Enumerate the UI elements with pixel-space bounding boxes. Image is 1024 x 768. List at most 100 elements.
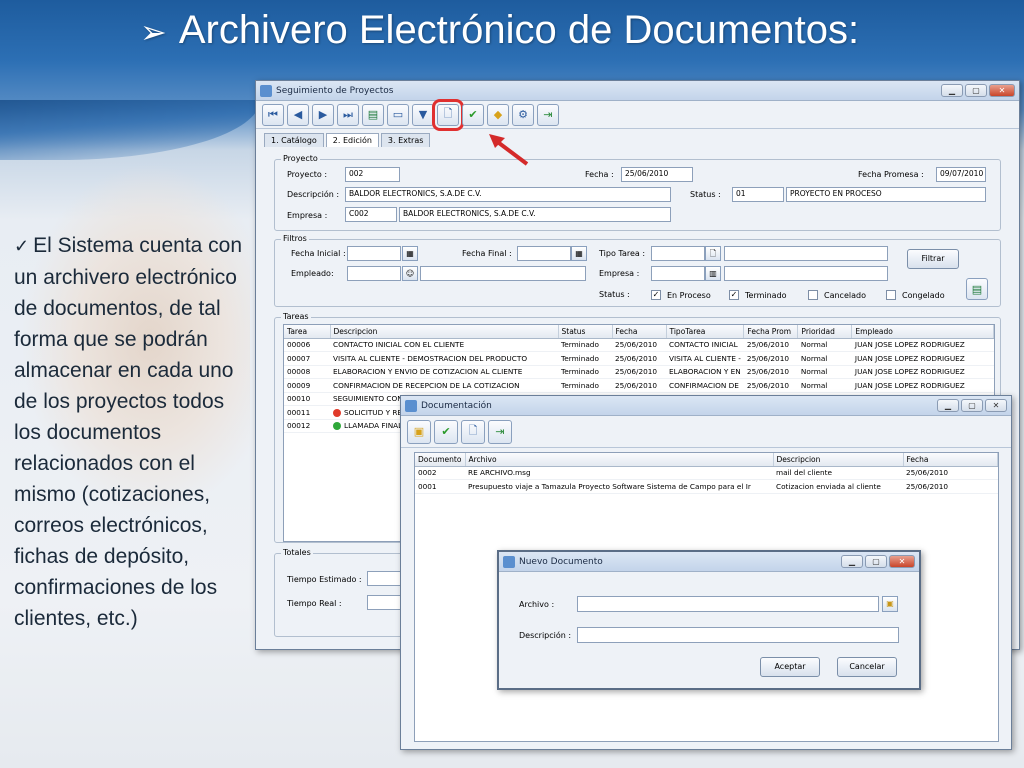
empleado-code-field[interactable] [347,266,401,281]
fecha-field[interactable]: 25/06/2010 [621,167,693,182]
tab-strip: 1. Catálogo 2. Edición 3. Extras [256,129,1019,147]
box-icon[interactable]: ◆ [487,103,509,126]
document-icon[interactable]: 🗋 [432,98,464,131]
excel-export-icon[interactable]: ▤ [966,278,988,300]
descripcion-doc-field[interactable] [577,627,899,643]
empresa-filter-field[interactable] [724,266,888,281]
col-fecha[interactable]: Fecha [903,453,998,467]
table-row[interactable]: 00008 ELABORACION Y ENVIO DE COTIZACION A… [284,365,994,379]
calendar-icon[interactable]: ▦ [402,246,418,261]
archivo-field[interactable] [577,596,879,612]
empleado-field[interactable] [420,266,586,281]
cell-archivo: Presupuesto viaje a Tamazula Proyecto So… [465,479,773,494]
tiempo-real-label: Tiempo Real : [287,599,342,608]
table-row[interactable]: 0001 Presupuesto viaje a Tamazula Proyect… [415,479,998,494]
tab-extras[interactable]: 3. Extras [380,133,431,147]
status-filter-label: Status : [599,290,630,299]
excel-icon[interactable]: ▤ [362,103,384,126]
new-doc-icon[interactable]: 🗋 [461,419,485,444]
next-icon[interactable]: ▶ [312,103,334,126]
filter-icon[interactable]: ▼ [412,103,434,126]
app-icon [405,399,417,412]
table-row[interactable]: 00006 CONTACTO INICIAL CON EL CLIENTE Term… [284,338,994,352]
browse-folder-icon[interactable]: ▣ [882,596,898,612]
col-fecha[interactable]: Fecha [612,325,667,339]
arrow-bullet-icon: ➢ [140,14,167,50]
status-value-field[interactable]: PROYECTO EN PROCESO [786,187,986,202]
tab-edicion[interactable]: 2. Edición [325,133,379,147]
minimize-icon[interactable]: ▁ [937,399,959,412]
folder-open-icon[interactable]: ▣ [407,419,431,444]
cell-emp: JUAN JOSE LOPEZ RODRIGUEZ [851,351,994,366]
maximize-icon[interactable]: ▢ [961,399,983,412]
fecha-final-field[interactable] [517,246,571,261]
prev-icon[interactable]: ◀ [287,103,309,126]
status-code-field[interactable]: 01 [732,187,784,202]
blank-icon[interactable]: ▭ [387,103,409,126]
exit-icon[interactable]: ⇥ [537,103,559,126]
col-empleado[interactable]: Empleado [851,325,994,339]
slide-title-text: Archivero Electrónico de Documentos: [178,8,860,52]
col-status[interactable]: Status [558,325,613,339]
user-icon[interactable]: ☺ [402,266,418,281]
cancelado-label: Cancelado [824,291,866,300]
fecha-inicial-field[interactable] [347,246,401,261]
exit-icon[interactable]: ⇥ [488,419,512,444]
descripcion-label: Descripción : [287,190,340,199]
col-descripcion[interactable]: Descripcion [773,453,904,467]
terminado-label: Terminado [745,291,787,300]
slide-body: ✓ El Sistema cuenta con un archivero elec… [14,230,244,634]
close-icon[interactable]: ✕ [985,399,1007,412]
empresa-code-field[interactable]: C002 [345,207,397,222]
check-icon[interactable]: ✔ [462,103,484,126]
col-descripcion[interactable]: Descripcion [330,325,559,339]
table-row[interactable]: 0002 RE ARCHIVO.msg mail del cliente 25/06/… [415,466,998,480]
cell-emp: JUAN JOSE LOPEZ RODRIGUEZ [851,378,994,393]
proyecto-field[interactable]: 002 [345,167,400,182]
company-icon[interactable]: ▥ [705,266,721,281]
gear-icon[interactable]: ⚙ [512,103,534,126]
doc-window-titlebar[interactable]: Documentación ▁ ▢ ✕ [401,396,1011,416]
descripcion-field[interactable]: BALDOR ELECTRONICS, S.A.DE C.V. [345,187,671,202]
last-icon[interactable]: ⏭ [337,103,359,126]
totales-group-label: Totales [281,548,313,557]
empresa-value-field[interactable]: BALDOR ELECTRONICS, S.A.DE C.V. [399,207,671,222]
maximize-icon[interactable]: ▢ [865,555,887,568]
cancelar-button[interactable]: Cancelar [837,657,897,677]
terminado-checkbox[interactable]: ✓ [729,290,739,300]
en-proceso-checkbox[interactable]: ✓ [651,290,661,300]
table-row[interactable]: 00007 VISITA AL CLIENTE - DEMOSTRACION DE… [284,351,994,366]
minimize-icon[interactable]: ▁ [941,84,963,97]
fecha-promesa-field[interactable]: 09/07/2010 [936,167,986,182]
empresa-filter-code-field[interactable] [651,266,705,281]
maximize-icon[interactable]: ▢ [965,84,987,97]
col-prioridad[interactable]: Prioridad [797,325,853,339]
cancelado-checkbox[interactable] [808,290,818,300]
tipo-tarea-field[interactable] [724,246,888,261]
cell-desc: VISITA AL CLIENTE - DEMOSTRACION DEL PRO… [330,351,558,366]
tipo-tarea-code-field[interactable] [651,246,705,261]
col-fecha-prom[interactable]: Fecha Prom [743,325,799,339]
table-row[interactable]: 00009 CONFIRMACION DE RECEPCION DE LA COT… [284,378,994,393]
minimize-icon[interactable]: ▁ [841,555,863,568]
col-archivo[interactable]: Archivo [465,453,774,467]
document-lookup-icon[interactable]: 🗋 [705,246,721,261]
cell-fprom: 25/06/2010 [743,338,798,352]
filtrar-button[interactable]: Filtrar [907,249,959,269]
nuevo-documento-window: Nuevo Documento ▁ ▢ ✕ Archivo : ▣ Descripc… [497,550,921,690]
close-icon[interactable]: ✕ [989,84,1015,97]
nuevo-window-titlebar[interactable]: Nuevo Documento ▁ ▢ ✕ [499,552,919,572]
congelado-checkbox[interactable] [886,290,896,300]
proyecto-group-label: Proyecto [281,154,320,163]
window-titlebar[interactable]: Seguimiento de Proyectos ▁ ▢ ✕ [256,81,1019,101]
calendar-icon[interactable]: ▦ [571,246,587,261]
proyecto-group: Proyecto Proyecto : 002 Fecha : 25/06/20… [274,154,1001,231]
tab-catalogo[interactable]: 1. Catálogo [264,133,324,147]
col-documento[interactable]: Documento [415,453,466,467]
col-tarea[interactable]: Tarea [284,325,331,339]
save-doc-icon[interactable]: ✔ [434,419,458,444]
close-icon[interactable]: ✕ [889,555,915,568]
aceptar-button[interactable]: Aceptar [760,657,820,677]
col-tipotarea[interactable]: TipoTarea [666,325,745,339]
first-icon[interactable]: ⏮ [262,103,284,126]
